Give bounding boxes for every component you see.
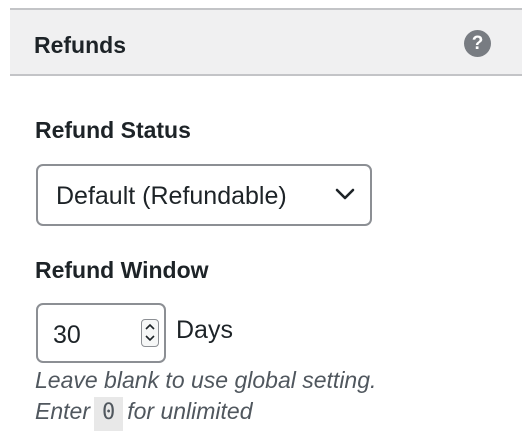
number-spinner[interactable] (141, 319, 159, 347)
refund-window-label: Refund Window (35, 257, 209, 283)
help-text-enter: Enter (35, 398, 90, 424)
refund-window-unit: Days (176, 316, 233, 344)
zero-code-chip: 0 (93, 397, 124, 431)
refund-status-label: Refund Status (35, 117, 191, 143)
question-mark-icon[interactable]: ? (464, 30, 491, 57)
refund-status-select[interactable]: Default (Refundable) (36, 164, 372, 226)
help-text-line-2: Enter 0 for unlimited (35, 397, 253, 431)
refund-window-input[interactable]: 30 (36, 303, 166, 363)
panel-title: Refunds (34, 32, 126, 58)
chevron-down-icon (335, 188, 355, 200)
help-text-unlimited: for unlimited (127, 398, 253, 424)
spin-down-icon[interactable] (145, 335, 155, 342)
help-text-line-1: Leave blank to use global setting. (35, 367, 377, 393)
refunds-panel-header: Refunds ? (10, 8, 522, 76)
refund-status-selected-value: Default (Refundable) (56, 182, 287, 210)
spin-up-icon[interactable] (145, 323, 155, 330)
refund-window-value: 30 (53, 321, 81, 349)
